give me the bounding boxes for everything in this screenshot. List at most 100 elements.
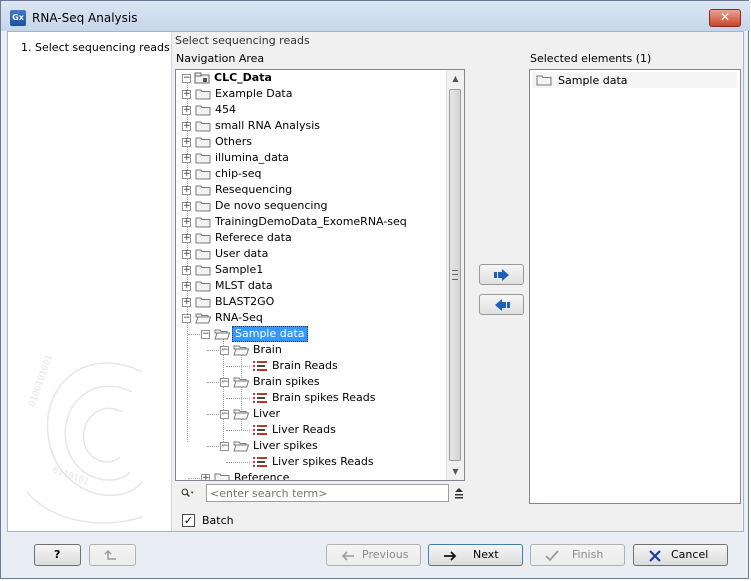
tree-node[interactable]: + Reference <box>176 470 446 480</box>
navigation-tree[interactable]: − CLC_Data + Example Data +454 + small RNA A… <box>175 69 465 481</box>
tree-node[interactable]: Brain spikes Reads <box>176 390 446 406</box>
folder-icon <box>195 233 211 244</box>
tree-node[interactable]: Liver Reads <box>176 422 446 438</box>
folder-icon <box>195 217 211 228</box>
scroll-up-icon[interactable]: ▲ <box>447 70 464 87</box>
scroll-thumb[interactable] <box>449 89 461 461</box>
batch-checkbox[interactable]: ✓ <box>182 514 195 527</box>
folder-icon <box>195 185 211 196</box>
tree-scrollbar[interactable]: ▲ ▼ <box>446 70 464 480</box>
tree-node[interactable]: + MLST data <box>176 278 446 294</box>
tree-node[interactable]: + chip-seq <box>176 166 446 182</box>
next-label: Next <box>473 548 499 561</box>
tree-node-label: TrainingDemoData_ExomeRNA-seq <box>215 215 407 228</box>
previous-button[interactable]: Previous <box>326 544 421 566</box>
tree-node[interactable]: + small RNA Analysis <box>176 118 446 134</box>
expand-icon[interactable]: + <box>182 186 191 195</box>
sort-options-icon[interactable] <box>453 487 465 499</box>
close-button[interactable]: ✕ <box>709 9 741 27</box>
open-folder-icon <box>214 329 230 340</box>
collapse-icon[interactable]: − <box>182 314 191 323</box>
collapse-icon[interactable]: − <box>220 410 229 419</box>
folder-icon <box>214 473 230 480</box>
selected-elements-label: Selected elements (1) <box>530 52 652 65</box>
collapse-icon[interactable]: − <box>220 378 229 387</box>
tree-node-label: Liver spikes Reads <box>272 455 374 468</box>
folder-icon <box>195 105 211 116</box>
tree-node[interactable]: + BLAST2GO <box>176 294 446 310</box>
collapse-icon[interactable]: − <box>220 442 229 451</box>
folder-icon <box>195 89 211 100</box>
collapse-icon[interactable]: − <box>182 74 191 83</box>
tree-node[interactable]: + Others <box>176 134 446 150</box>
tree-node-label: small RNA Analysis <box>215 119 321 132</box>
collapse-icon[interactable]: − <box>201 330 210 339</box>
expand-icon[interactable]: + <box>182 298 191 307</box>
expand-icon[interactable]: + <box>182 250 191 259</box>
tree-guide-line <box>226 430 250 431</box>
expand-icon[interactable]: + <box>182 202 191 211</box>
finish-label: Finish <box>572 548 604 561</box>
tree-node[interactable]: + Resequencing <box>176 182 446 198</box>
main-panel: Select sequencing reads Navigation Area … <box>172 32 743 531</box>
selected-elements-list[interactable]: Sample data <box>529 69 741 504</box>
title-bar[interactable]: Gx RNA-Seq Analysis ✕ <box>1 1 750 31</box>
tree-node[interactable]: − RNA-Seq <box>176 310 446 326</box>
collapse-icon[interactable]: − <box>220 346 229 355</box>
next-button[interactable]: Next <box>428 544 523 566</box>
tree-node[interactable]: − Brain <box>176 342 446 358</box>
expand-icon[interactable]: + <box>182 90 191 99</box>
svg-text:0100101001: 0100101001 <box>27 354 55 408</box>
tree-node[interactable]: + Example Data <box>176 86 446 102</box>
tree-node[interactable]: + TrainingDemoData_ExomeRNA-seq <box>176 214 446 230</box>
tree-node-label: MLST data <box>215 279 273 292</box>
expand-icon[interactable]: + <box>182 234 191 243</box>
expand-icon[interactable]: + <box>182 218 191 227</box>
tree-node[interactable]: Brain Reads <box>176 358 446 374</box>
tree-node[interactable]: + Sample1 <box>176 262 446 278</box>
folder-icon <box>195 153 211 164</box>
scroll-down-icon[interactable]: ▼ <box>447 463 464 480</box>
reset-button[interactable] <box>89 544 136 566</box>
expand-icon[interactable]: + <box>182 138 191 147</box>
expand-icon[interactable]: + <box>182 266 191 275</box>
selected-item[interactable]: Sample data <box>532 72 737 88</box>
finish-button[interactable]: Finish <box>530 544 625 566</box>
folder-icon <box>195 265 211 276</box>
expand-icon[interactable]: + <box>182 154 191 163</box>
tree-node[interactable]: +454 <box>176 102 446 118</box>
remove-from-selected-button[interactable] <box>479 294 524 315</box>
tree-guide-line <box>207 446 219 447</box>
tree-node-label: Brain spikes Reads <box>272 391 376 404</box>
tree-node[interactable]: − Sample data <box>176 326 446 342</box>
tree-guide-line <box>207 350 219 351</box>
tree-node[interactable]: − Brain spikes <box>176 374 446 390</box>
tree-node[interactable]: − Liver <box>176 406 446 422</box>
tree-node-root[interactable]: − CLC_Data <box>176 70 446 86</box>
search-input[interactable] <box>206 484 449 502</box>
add-to-selected-button[interactable] <box>479 264 524 285</box>
open-folder-icon <box>233 345 249 356</box>
tree-guide-line <box>188 334 200 335</box>
search-icon[interactable] <box>181 486 195 500</box>
tree-node[interactable]: + User data <box>176 246 446 262</box>
help-button[interactable]: ? <box>34 544 81 566</box>
tree-node[interactable]: − Liver spikes <box>176 438 446 454</box>
search-bar <box>175 484 465 502</box>
tree-node-label: 454 <box>215 103 236 116</box>
expand-icon[interactable]: + <box>201 474 210 480</box>
expand-icon[interactable]: + <box>182 122 191 131</box>
tree-node[interactable]: Liver spikes Reads <box>176 454 446 470</box>
tree-node-label: Brain <box>253 343 282 356</box>
tree-node[interactable]: + illumina_data <box>176 150 446 166</box>
expand-icon[interactable]: + <box>182 282 191 291</box>
tree-node[interactable]: + De novo sequencing <box>176 198 446 214</box>
folder-icon <box>195 249 211 260</box>
expand-icon[interactable]: + <box>182 106 191 115</box>
expand-icon[interactable]: + <box>182 170 191 179</box>
tree-node-label: chip-seq <box>215 167 262 180</box>
tree-node-label: illumina_data <box>215 151 289 164</box>
tree-node[interactable]: + Referece data <box>176 230 446 246</box>
tree-guide-line <box>207 414 219 415</box>
cancel-button[interactable]: Cancel <box>633 544 728 566</box>
